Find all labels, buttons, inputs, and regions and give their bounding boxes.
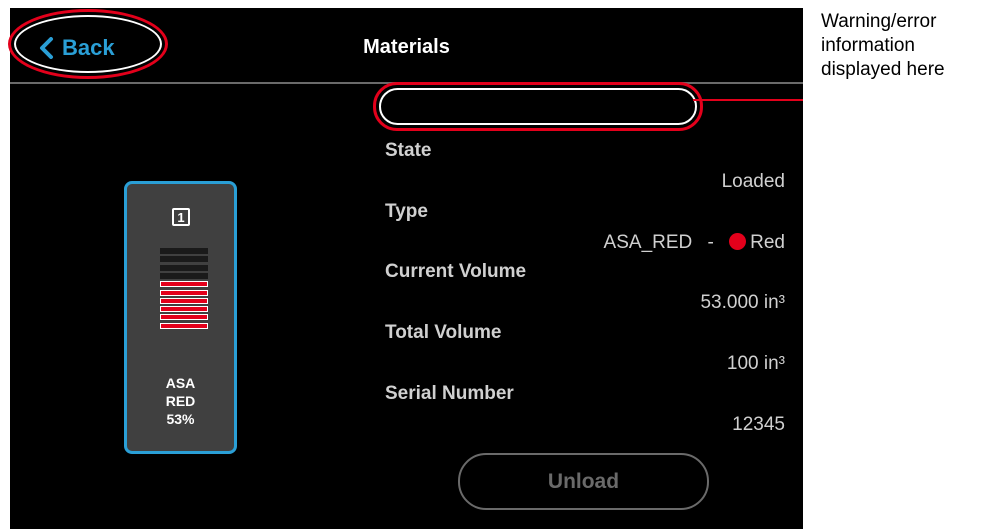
type-material: ASA_RED	[603, 232, 693, 253]
fill-bar-filled	[160, 306, 208, 313]
fill-bar-filled	[160, 297, 208, 304]
fill-bar-filled	[160, 314, 208, 321]
state-label: State	[385, 140, 432, 161]
fill-bar-empty	[160, 248, 208, 254]
total-volume-value: 100 in³	[726, 353, 785, 374]
annotation-line: displayed here	[821, 59, 945, 80]
fill-bar-filled	[160, 281, 208, 288]
annotation-line: information	[821, 35, 915, 56]
warning-text	[379, 88, 697, 125]
serial-number-label: Serial Number	[385, 383, 514, 404]
state-value: Loaded	[721, 171, 785, 192]
touchscreen: Back Materials 1 ASA RED 53% State Loade…	[10, 8, 803, 529]
current-volume-value: 53.000 in³	[700, 292, 785, 313]
material-canister[interactable]: 1 ASA RED 53%	[124, 181, 237, 454]
total-volume-label: Total Volume	[385, 322, 502, 343]
type-value: ASA_RED - Red	[604, 232, 785, 254]
fill-bar-filled	[160, 289, 208, 296]
canister-label-color: RED	[165, 393, 196, 409]
color-swatch-icon	[729, 233, 747, 250]
annotation-callout: Warning/error information displayed here	[821, 10, 986, 82]
type-color-name: Red	[750, 232, 785, 253]
fill-bar-empty	[160, 264, 208, 271]
slot-number: 1	[172, 208, 190, 226]
fill-bar-filled	[160, 322, 208, 329]
unload-button[interactable]: Unload	[458, 453, 709, 510]
current-volume-label: Current Volume	[385, 261, 527, 282]
canister-label-material: ASA	[165, 375, 196, 391]
type-separator: -	[707, 232, 714, 253]
fill-bar-empty	[160, 272, 208, 279]
page-title: Materials	[363, 36, 450, 58]
serial-number-value: 12345	[732, 414, 785, 435]
type-label: Type	[385, 201, 428, 222]
fill-bar-empty	[160, 256, 208, 263]
canister-label: ASA RED 53%	[127, 374, 234, 428]
canister-label-percent: 53%	[166, 411, 195, 427]
annotation-leader-line	[693, 99, 803, 101]
annotation-line: Warning/error	[821, 11, 937, 32]
warning-message-area	[373, 82, 703, 131]
